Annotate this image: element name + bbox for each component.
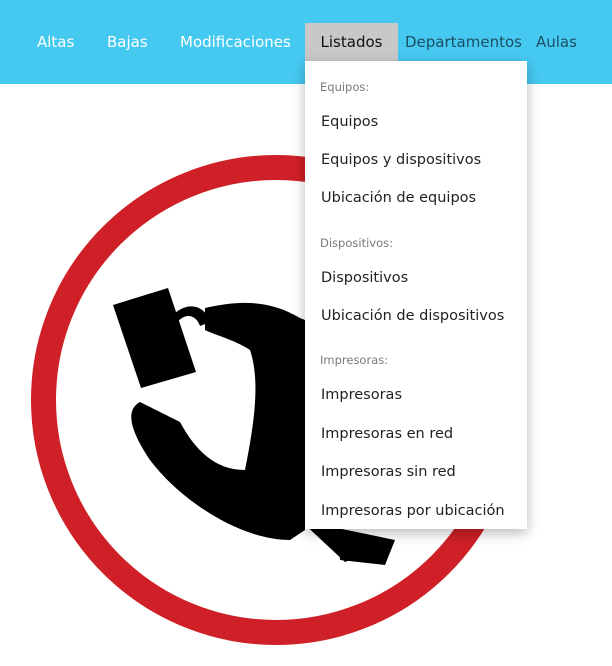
section-header-equipos: Equipos: xyxy=(320,80,370,94)
menu-item-impresoras-por-ubicacion[interactable]: Impresoras por ubicación xyxy=(305,494,527,528)
menu-item-dispositivos[interactable]: Dispositivos xyxy=(305,261,527,295)
menu-item-equipos[interactable]: Equipos xyxy=(305,105,527,139)
section-header-dispositivos: Dispositivos: xyxy=(320,236,393,250)
menu-item-equipos-y-dispositivos[interactable]: Equipos y dispositivos xyxy=(305,143,527,177)
menu-item-ubicacion-de-equipos[interactable]: Ubicación de equipos xyxy=(305,181,527,215)
nav-altas[interactable]: Altas xyxy=(37,23,74,61)
nav-bajas[interactable]: Bajas xyxy=(107,23,148,61)
nav-aulas[interactable]: Aulas xyxy=(536,23,577,61)
section-header-impresoras: Impresoras: xyxy=(320,353,389,367)
menu-item-impresoras-en-red[interactable]: Impresoras en red xyxy=(305,417,527,451)
menu-item-impresoras-sin-red[interactable]: Impresoras sin red xyxy=(305,455,527,489)
listados-dropdown-menu: Equipos: Equipos Equipos y dispositivos … xyxy=(305,61,527,529)
nav-departamentos[interactable]: Departamentos xyxy=(405,23,522,61)
menu-item-impresoras[interactable]: Impresoras xyxy=(305,378,527,412)
nav-listados[interactable]: Listados xyxy=(305,23,398,61)
nav-modificaciones[interactable]: Modificaciones xyxy=(180,23,291,61)
menu-item-ubicacion-de-dispositivos[interactable]: Ubicación de dispositivos xyxy=(305,299,527,333)
page: Altas Bajas Modificaciones Listados Depa… xyxy=(0,0,612,666)
